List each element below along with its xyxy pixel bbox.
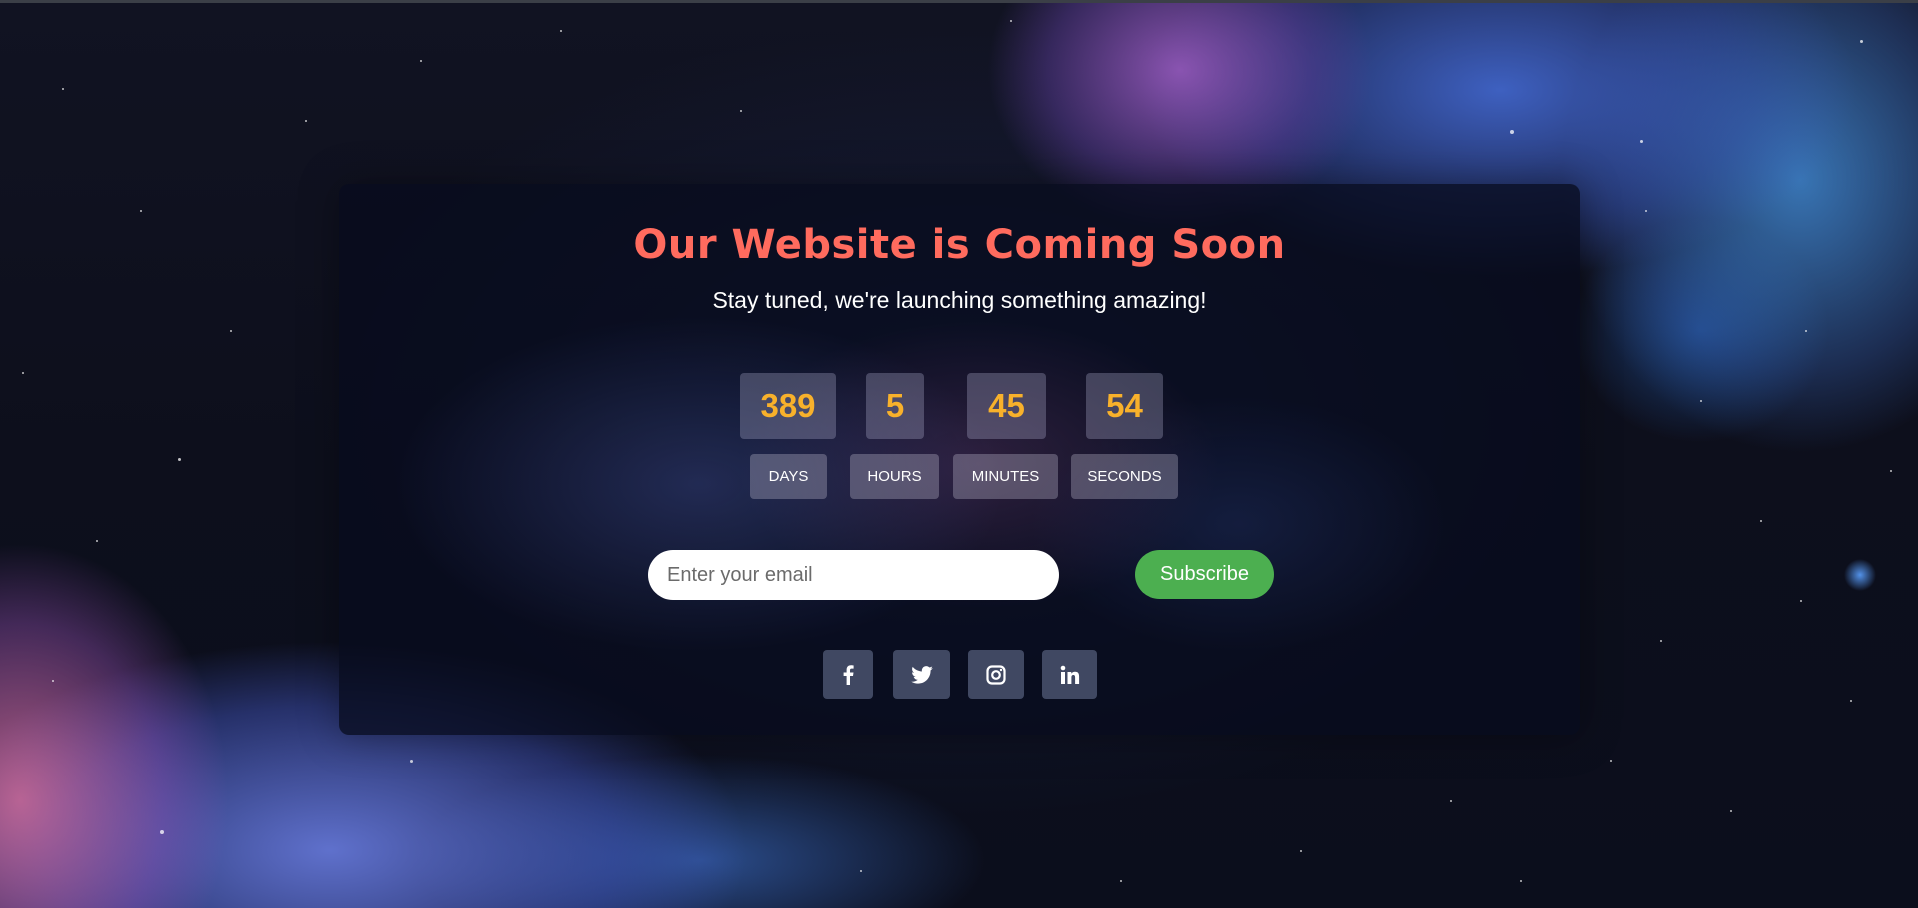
twitter-icon <box>910 665 933 684</box>
page-title: Our Website is Coming Soon <box>633 222 1286 268</box>
email-input[interactable] <box>648 550 1059 600</box>
countdown-minutes-value: 45 <box>967 373 1046 439</box>
countdown-minutes-label: MINUTES <box>953 454 1058 499</box>
countdown-seconds-value: 54 <box>1086 373 1163 439</box>
browser-top-edge <box>0 0 1918 3</box>
instagram-icon <box>986 664 1006 685</box>
social-link-instagram[interactable] <box>968 650 1024 699</box>
subscribe-button[interactable]: Subscribe <box>1135 550 1274 599</box>
countdown-seconds-label: SECONDS <box>1071 454 1178 499</box>
countdown-hours-value: 5 <box>866 373 924 439</box>
page-subtitle: Stay tuned, we're launching something am… <box>712 287 1207 313</box>
social-link-twitter[interactable] <box>893 650 950 699</box>
social-link-facebook[interactable] <box>823 650 873 699</box>
coming-soon-card: Our Website is Coming Soon Stay tuned, w… <box>339 184 1580 735</box>
countdown-days-value: 389 <box>740 373 836 439</box>
social-link-linkedin[interactable] <box>1042 650 1097 699</box>
linkedin-icon <box>1060 665 1080 685</box>
facebook-icon <box>842 664 854 685</box>
countdown-days-label: DAYS <box>750 454 827 499</box>
countdown-hours-label: HOURS <box>850 454 939 499</box>
